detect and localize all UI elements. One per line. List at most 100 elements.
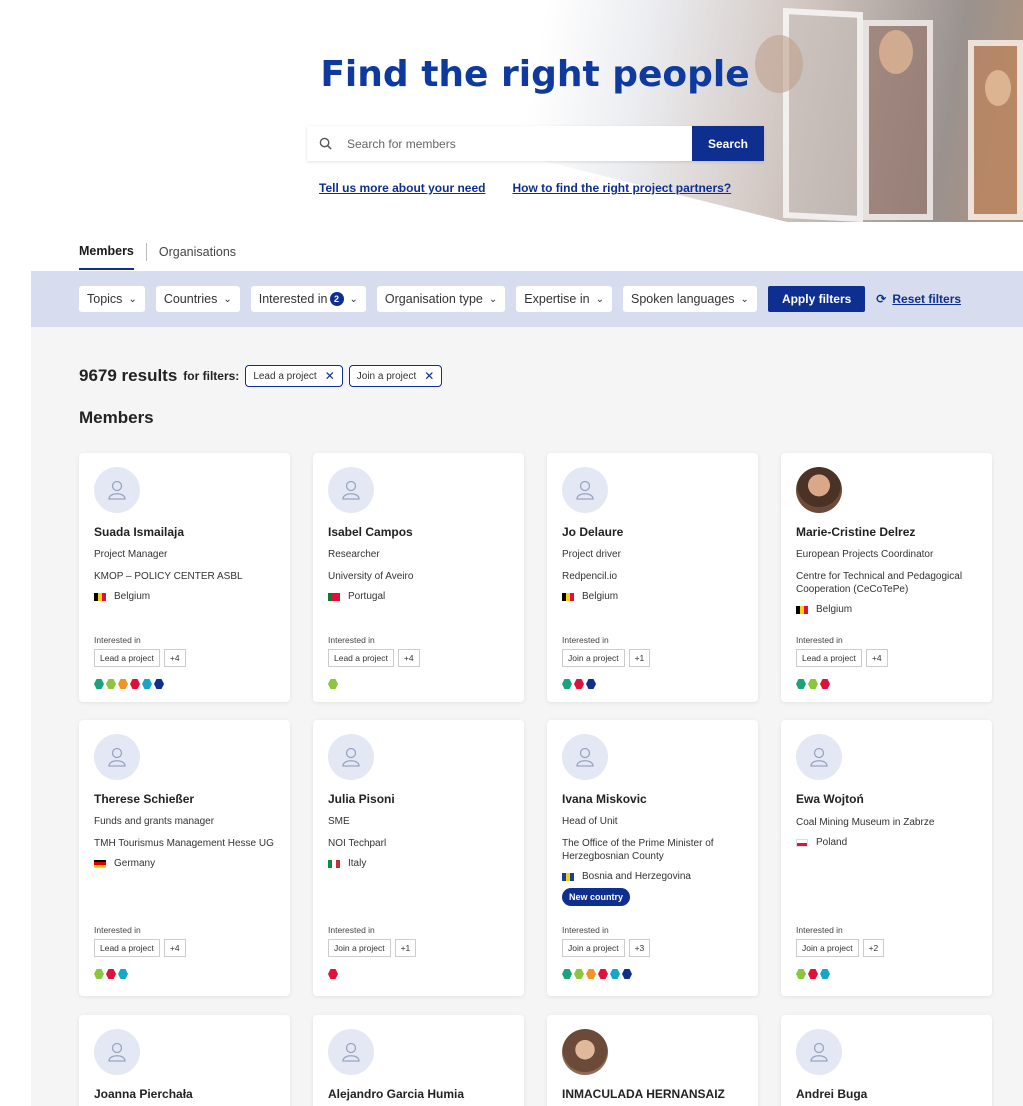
country-flag-icon — [562, 872, 574, 881]
close-icon[interactable]: ✕ — [424, 369, 434, 383]
filter-label: Organisation type — [384, 292, 483, 306]
interest-tags: Lead a project +4 — [328, 649, 420, 667]
members-section-title: Members — [79, 408, 154, 427]
interest-more-count[interactable]: +3 — [628, 939, 651, 957]
filter-expertise-in[interactable]: Expertise in ⌄ — [516, 286, 612, 312]
topic-hexagon-icon — [574, 679, 584, 689]
find-partners-link[interactable]: How to find the right project partners? — [512, 181, 731, 195]
apply-filters-button[interactable]: Apply filters — [767, 286, 866, 312]
member-name[interactable]: Ewa Wojtoń — [796, 792, 977, 806]
member-card[interactable]: Joanna Pierchała — [79, 1015, 290, 1106]
member-card[interactable]: Andrei Buga — [781, 1015, 992, 1106]
member-name[interactable]: Suada Ismailaja — [94, 525, 275, 539]
member-organisation: KMOP – POLICY CENTER ASBL — [94, 571, 243, 582]
topic-dots — [796, 679, 888, 689]
member-card[interactable]: Therese Schießer Funds and grants manager… — [79, 720, 290, 996]
reset-filters-label: Reset filters — [892, 292, 962, 306]
topic-hexagon-icon — [94, 679, 104, 689]
member-name[interactable]: Andrei Buga — [796, 1087, 977, 1101]
topic-dots — [94, 969, 186, 979]
search-input[interactable] — [343, 126, 692, 161]
topic-hexagon-icon — [796, 679, 806, 689]
results-area: 9679 results for filters: Lead a project… — [31, 327, 1023, 1106]
member-card[interactable]: Jo Delaure Project driver Redpencil.io Belg… — [547, 453, 758, 702]
filter-label: Spoken languages — [630, 292, 735, 306]
member-name[interactable]: INMACULADA HERNANSAIZ — [562, 1087, 743, 1101]
member-card[interactable]: Isabel Campos Researcher University of Ave… — [313, 453, 524, 702]
filter-topics[interactable]: Topics ⌄ — [79, 286, 145, 312]
member-card[interactable]: Ivana Miskovic Head of Unit The Office of … — [547, 720, 758, 996]
country-name: Belgium — [114, 591, 151, 602]
interest-tag: Join a project — [562, 649, 625, 667]
topic-hexagon-icon — [574, 969, 584, 979]
member-name[interactable]: Alejandro Garcia Humia — [328, 1087, 509, 1101]
member-card[interactable]: Alejandro Garcia Humia — [313, 1015, 524, 1106]
interest-tags: Join a project +1 — [562, 649, 651, 667]
interest-more-count[interactable]: +4 — [397, 649, 420, 667]
member-name[interactable]: Therese Schießer — [94, 792, 275, 806]
interest-more-count[interactable]: +4 — [163, 939, 186, 957]
topic-hexagon-icon — [106, 679, 116, 689]
reset-filters-button[interactable]: ⟳ Reset filters — [876, 292, 961, 306]
filter-countries[interactable]: Countries ⌄ — [155, 286, 240, 312]
user-avatar-icon — [94, 1029, 140, 1075]
country-name: Germany — [114, 858, 156, 869]
member-card[interactable]: Julia Pisoni SME NOI Techparl Italy Interest… — [313, 720, 524, 996]
interest-block: Interested in Lead a project +4 — [94, 635, 186, 689]
topic-hexagon-icon — [598, 969, 608, 979]
filter-spoken-languages[interactable]: Spoken languages ⌄ — [622, 286, 757, 312]
member-name[interactable]: Marie-Cristine Delrez — [796, 525, 977, 539]
interest-more-count[interactable]: +1 — [394, 939, 417, 957]
topic-hexagon-icon — [130, 679, 140, 689]
close-icon[interactable]: ✕ — [325, 369, 335, 383]
interested-in-label: Interested in — [328, 925, 375, 935]
hero-links: Tell us more about your need How to find… — [319, 181, 731, 195]
member-country: Belgium — [562, 591, 743, 602]
member-name[interactable]: Isabel Campos — [328, 525, 509, 539]
interest-tags: Join a project +1 — [328, 939, 417, 957]
user-avatar-icon — [328, 734, 374, 780]
filter-interested-in[interactable]: Interested in 2 ⌄ — [250, 286, 366, 312]
filter-label: Expertise in — [524, 292, 590, 306]
interest-tags: Lead a project +4 — [796, 649, 888, 667]
member-country: Poland — [796, 837, 977, 848]
result-tabs: Members Organisations — [79, 243, 236, 271]
chip-label: Join a project — [356, 370, 417, 382]
topic-hexagon-icon — [328, 679, 338, 689]
topic-hexagon-icon — [562, 679, 572, 689]
member-name[interactable]: Joanna Pierchała — [94, 1087, 275, 1101]
member-role: Funds and grants manager — [94, 816, 215, 827]
hero-photo-frame — [783, 7, 863, 222]
interested-in-label: Interested in — [796, 925, 843, 935]
interest-tag: Lead a project — [94, 649, 160, 667]
tab-organisations[interactable]: Organisations — [159, 245, 236, 269]
interest-tags: Lead a project +4 — [94, 649, 186, 667]
member-name[interactable]: Julia Pisoni — [328, 792, 509, 806]
interest-more-count[interactable]: +2 — [862, 939, 885, 957]
topic-hexagon-icon — [142, 679, 152, 689]
filter-organisation-type[interactable]: Organisation type ⌄ — [376, 286, 506, 312]
interest-more-count[interactable]: +4 — [163, 649, 186, 667]
member-card[interactable]: Marie-Cristine Delrez European Projects C… — [781, 453, 992, 702]
user-avatar-icon — [562, 467, 608, 513]
interest-more-count[interactable]: +1 — [628, 649, 651, 667]
user-avatar-icon — [796, 1029, 842, 1075]
active-filter-chip[interactable]: Lead a project ✕ — [245, 365, 343, 387]
interest-tag: Lead a project — [796, 649, 862, 667]
interest-tag: Join a project — [328, 939, 391, 957]
member-card[interactable]: Suada Ismailaja Project Manager KMOP – POL… — [79, 453, 290, 702]
active-filter-chip[interactable]: Join a project ✕ — [348, 365, 443, 387]
member-name[interactable]: Ivana Miskovic — [562, 792, 743, 806]
member-card[interactable]: Ewa Wojtoń Coal Mining Museum in Zabrze Po… — [781, 720, 992, 996]
search-bar: Search — [307, 126, 764, 161]
interest-more-count[interactable]: +4 — [865, 649, 888, 667]
tell-us-link[interactable]: Tell us more about your need — [319, 181, 485, 195]
member-name[interactable]: Jo Delaure — [562, 525, 743, 539]
topic-hexagon-icon — [622, 969, 632, 979]
country-flag-icon — [94, 859, 106, 868]
interested-in-label: Interested in — [562, 925, 609, 935]
tab-members[interactable]: Members — [79, 244, 134, 270]
avatar-photo — [562, 1029, 608, 1075]
search-button[interactable]: Search — [692, 126, 764, 161]
member-card[interactable]: INMACULADA HERNANSAIZ — [547, 1015, 758, 1106]
